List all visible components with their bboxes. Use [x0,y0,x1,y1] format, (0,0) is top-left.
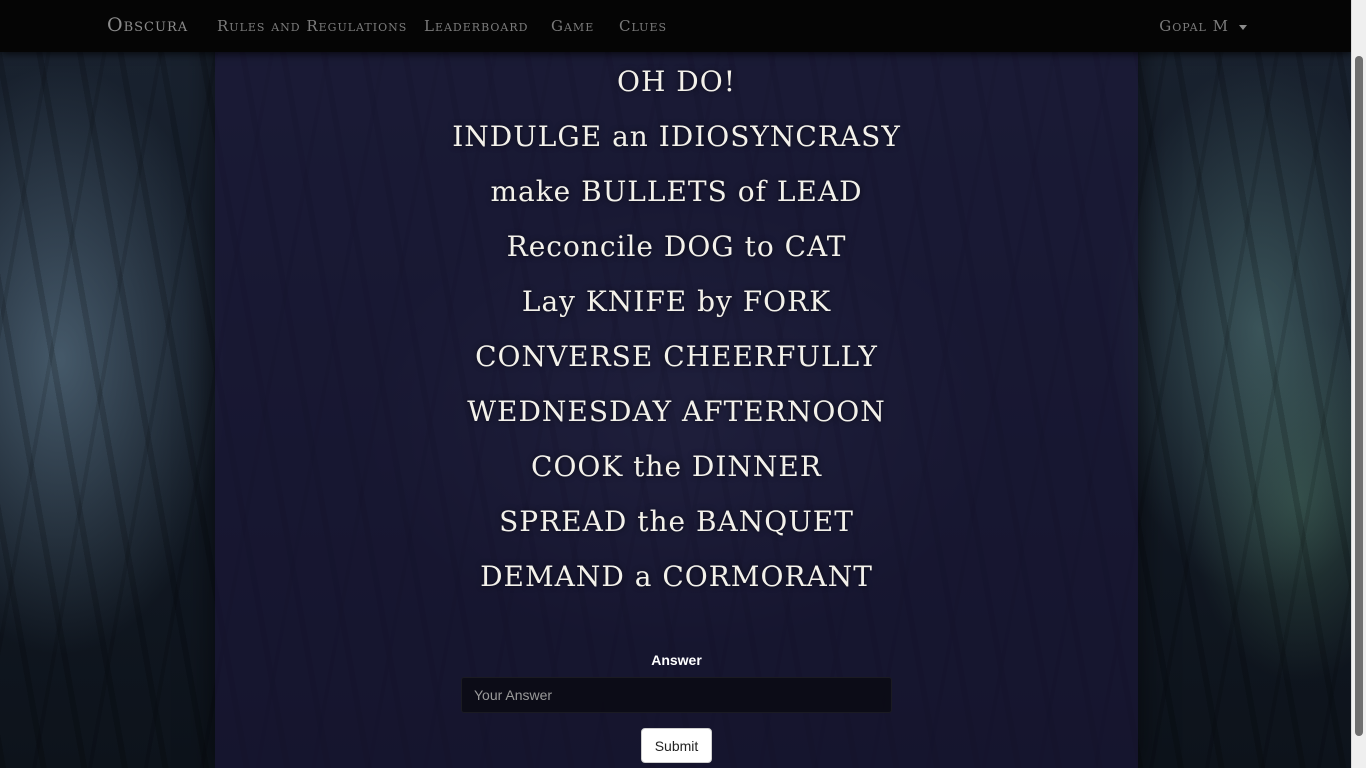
answer-label: Answer [651,652,702,668]
clue-item: COOK the DINNER [531,450,822,483]
clue-list: OH DO! INDULGE an IDIOSYNCRASY make BULL… [215,62,1138,612]
page-scrollbar[interactable] [1351,0,1366,768]
brand-link[interactable]: Obscura [107,14,188,36]
clue-item: Lay KNIFE by FORK [521,285,832,318]
clue-item: OH DO! [617,65,736,98]
scrollbar-thumb[interactable] [1355,56,1363,736]
answer-input[interactable] [461,677,892,713]
nav-rules-link[interactable]: Rules and Regulations [217,17,407,35]
navbar: Obscura Rules and Regulations Leaderboar… [0,0,1352,52]
chevron-down-icon [1239,24,1247,30]
clue-item: CONVERSE CHEERFULLY [475,340,878,373]
nav-game-link[interactable]: Game [551,17,594,35]
submit-button[interactable]: Submit [641,728,712,763]
clue-item: Reconcile DOG to CAT [506,230,847,263]
clue-item: make BULLETS of LEAD [490,175,863,208]
clue-item: DEMAND a CORMORANT [480,560,873,593]
nav-clues-link[interactable]: Clues [619,17,667,35]
clue-item: INDULGE an IDIOSYNCRASY [452,120,901,153]
clue-item: WEDNESDAY AFTERNOON [467,395,886,428]
nav-leaderboard-link[interactable]: Leaderboard [424,17,528,35]
user-dropdown[interactable]: Gopal M [1159,17,1247,35]
user-name: Gopal M [1159,17,1229,35]
clue-item: SPREAD the BANQUET [499,505,854,538]
